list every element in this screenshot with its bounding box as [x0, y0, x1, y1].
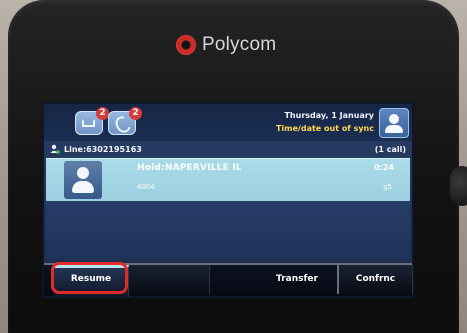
side-knob [450, 166, 467, 206]
call-state-name: Hold:NAPERVILLE IL [137, 163, 242, 173]
status-bar: 2 2 Thursday, 1 January Time/date out of… [44, 104, 412, 141]
line-label: Line:6302195163 [64, 145, 142, 154]
softkey-blank-2[interactable] [129, 265, 210, 294]
missed-calls-icon[interactable]: 2 [108, 107, 142, 135]
polycom-logo: Polycom [176, 34, 276, 56]
user-icon[interactable] [379, 108, 409, 138]
datetime: Thursday, 1 January Time/date out of syn… [276, 109, 374, 135]
call-list-area [46, 201, 410, 259]
brand-name: Polycom [202, 34, 277, 55]
call-duration: 0:24 [374, 163, 394, 172]
line-row[interactable]: Line:6302195163 (1 call) [44, 143, 412, 157]
call-count: (1 call) [374, 145, 406, 154]
call-number: 4004 [137, 183, 155, 191]
sync-warning: Time/date out of sync [275, 124, 374, 133]
line-icon [50, 144, 60, 154]
resume-highlight-annotation [51, 262, 128, 294]
caller-avatar-icon [64, 161, 102, 199]
transfer-softkey[interactable]: Transfer [257, 265, 338, 294]
confrnc-softkey[interactable]: Confrnc [337, 265, 413, 294]
call-hd-label: g5 [383, 183, 392, 191]
polycom-logo-icon [176, 35, 196, 55]
call-row[interactable]: Hold:NAPERVILLE IL 4004 0:24 g5 [46, 158, 410, 202]
messages-icon[interactable]: 2 [75, 107, 109, 135]
missed-calls-badge: 2 [129, 107, 142, 120]
date-text: Thursday, 1 January [284, 111, 374, 120]
